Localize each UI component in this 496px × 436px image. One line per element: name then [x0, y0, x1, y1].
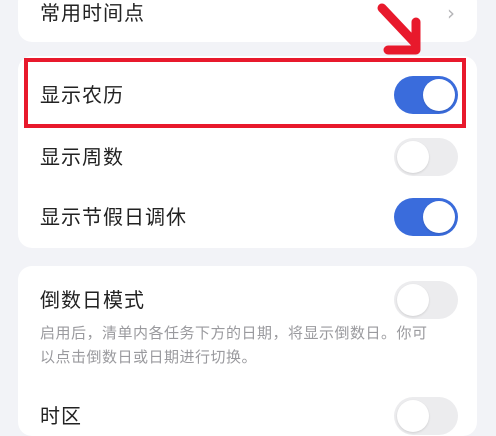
toggle-knob: [397, 284, 429, 316]
week-number-label: 显示周数: [40, 145, 124, 169]
highlight-box: [24, 58, 466, 128]
week-number-toggle[interactable]: [394, 138, 458, 176]
timezone-label: 时区: [40, 404, 82, 428]
toggle-knob: [397, 141, 429, 173]
timezone-toggle[interactable]: [394, 397, 458, 435]
holiday-label: 显示节假日调休: [40, 205, 187, 229]
countdown-description: 启用后，清单内各任务下方的日期，将显示倒数日。你可以点击倒数日或日期进行切换。: [40, 324, 428, 366]
red-arrow-icon: [377, 3, 421, 55]
countdown-toggle[interactable]: [394, 281, 458, 319]
advanced-settings-card: 倒数日模式 启用后，清单内各任务下方的日期，将显示倒数日。你可以点击倒数日或日期…: [18, 266, 477, 436]
countdown-label: 倒数日模式: [40, 288, 145, 312]
toggle-knob: [423, 201, 455, 233]
holiday-toggle[interactable]: [394, 198, 458, 236]
toggle-knob: [397, 400, 429, 432]
common-times-label: 常用时间点: [40, 1, 145, 25]
chevron-right-icon: ›: [447, 1, 455, 25]
